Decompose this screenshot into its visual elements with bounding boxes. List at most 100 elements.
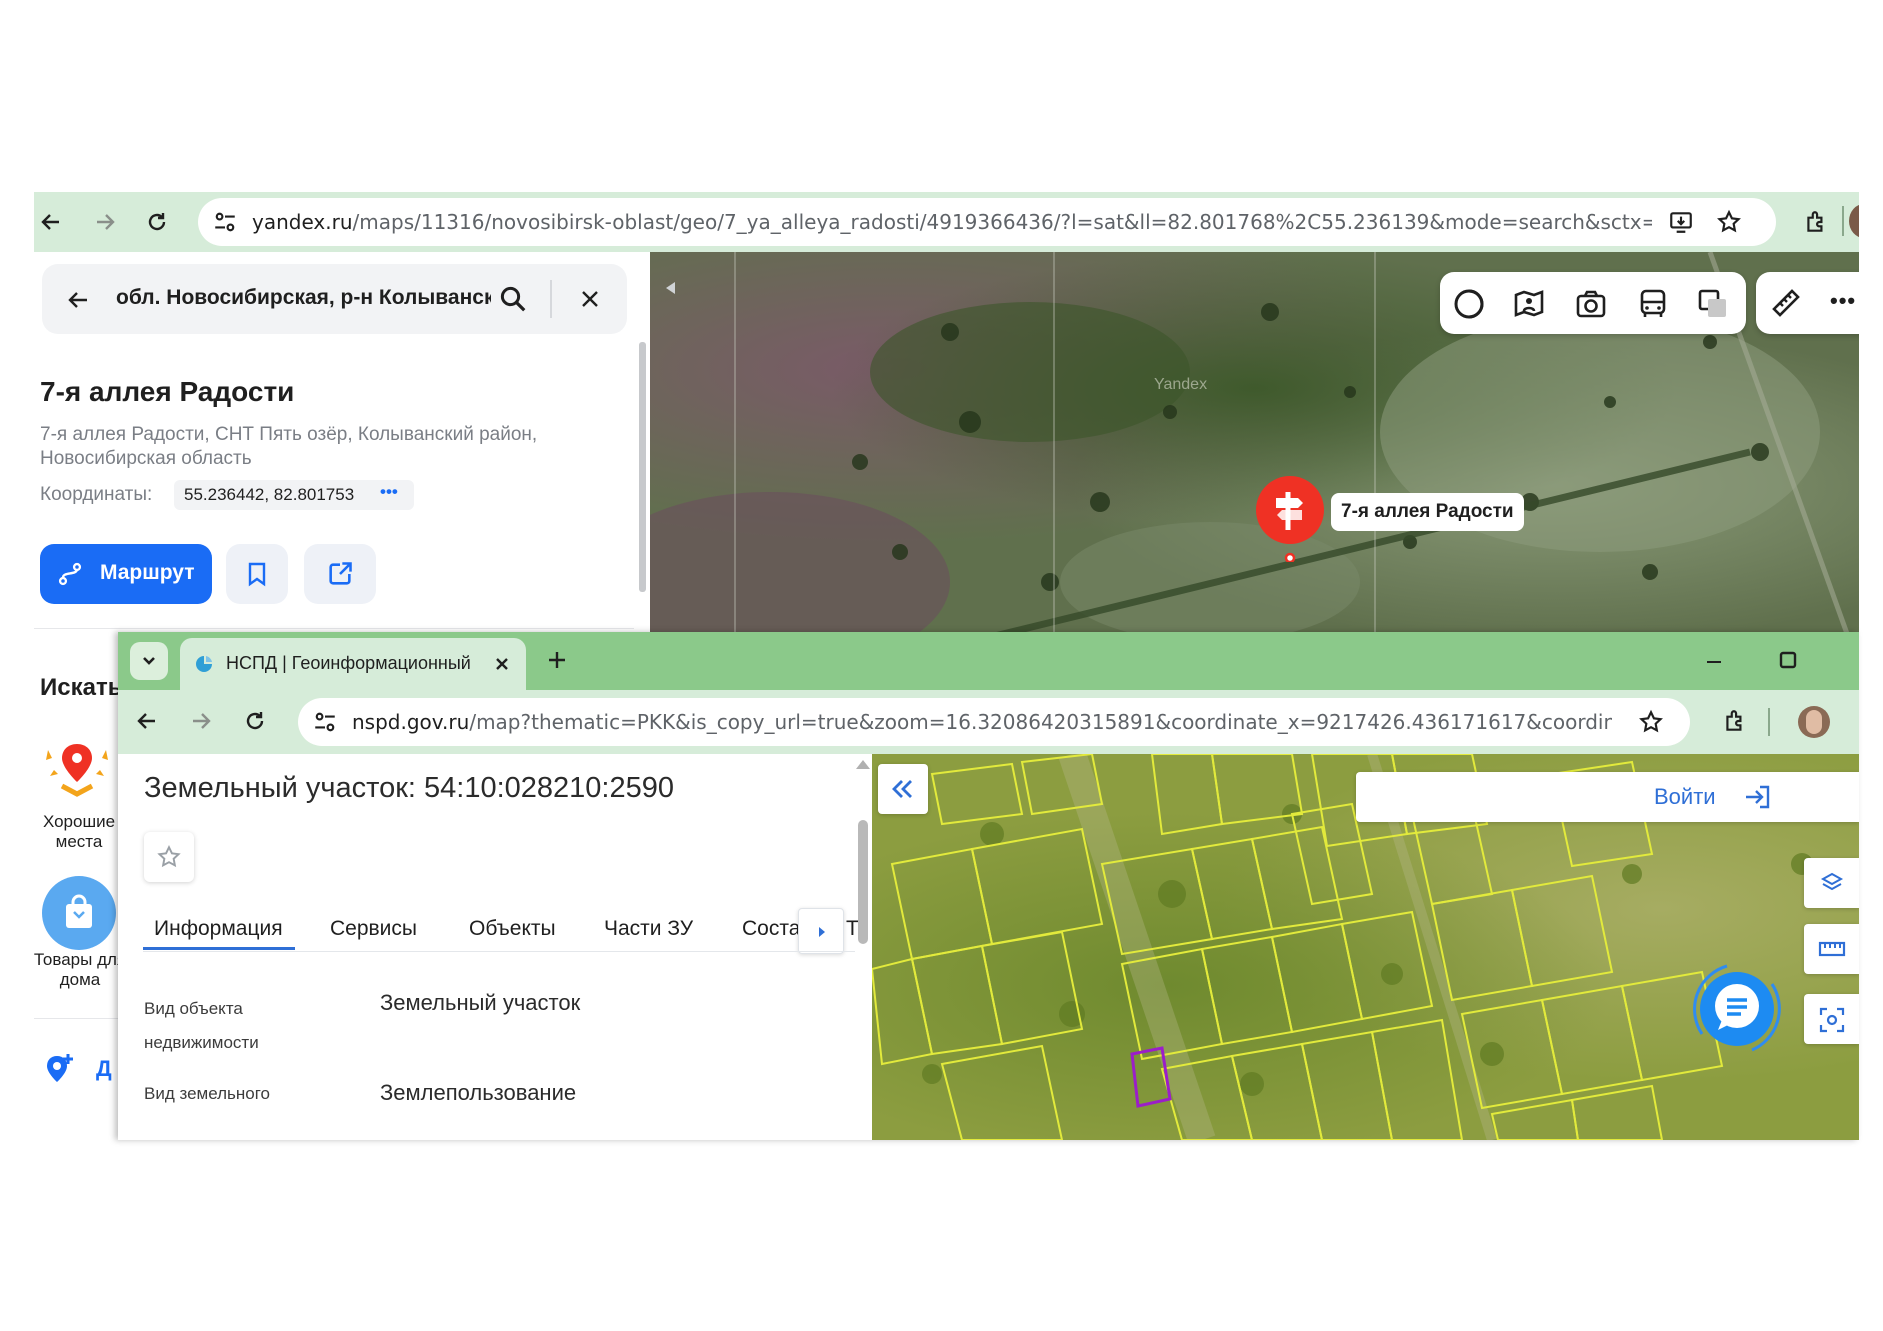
- back-button[interactable]: [130, 704, 164, 738]
- nspd-browser-window: НСПД | Геоинформационный nspd.gov.ru/map…: [118, 632, 1859, 1140]
- sidebar-scrollbar[interactable]: [639, 342, 646, 592]
- address-bar[interactable]: yandex.ru/maps/11316/novosibirsk-oblast/…: [198, 198, 1776, 246]
- tab-title: НСПД | Геоинформационный: [226, 653, 471, 673]
- toolbar-divider: [1768, 708, 1770, 736]
- select-area-button[interactable]: [1804, 994, 1859, 1044]
- parcel-title: Земельный участок: 54:10:028210:2590: [144, 772, 674, 804]
- profile-avatar[interactable]: [1849, 204, 1859, 238]
- add-place-label[interactable]: Д: [96, 1056, 112, 1082]
- tab-search-button[interactable]: [130, 642, 168, 680]
- star-icon[interactable]: [1716, 209, 1742, 235]
- minimize-icon[interactable]: [1704, 652, 1724, 672]
- tabs-next-icon: [819, 927, 825, 937]
- back-button[interactable]: [34, 205, 68, 239]
- tab-information[interactable]: Информация: [154, 917, 283, 941]
- search-divider: [550, 280, 552, 318]
- active-tab[interactable]: НСПД | Геоинформационный: [180, 638, 526, 690]
- install-icon[interactable]: [1668, 209, 1694, 235]
- place-title: 7-я аллея Радости: [40, 376, 295, 407]
- search-box[interactable]: обл. Новосибирская, р-н Колыванский: [42, 264, 627, 334]
- bookmark-button[interactable]: [226, 544, 288, 604]
- scroll-up-arrow[interactable]: [856, 760, 870, 769]
- field-object-type-value: Земельный участок: [380, 990, 581, 1015]
- category-home-goods[interactable]: Товары для дома: [34, 950, 130, 990]
- map-pin[interactable]: [1256, 476, 1324, 562]
- tab-parts[interactable]: Части ЗУ: [604, 917, 693, 941]
- collapse-sidebar-handle[interactable]: [666, 282, 675, 294]
- coords-chip[interactable]: 55.236442, 82.801753 •••: [174, 480, 414, 510]
- plus-icon[interactable]: [546, 649, 568, 671]
- route-button[interactable]: Маршрут: [40, 544, 212, 604]
- coords-more-button[interactable]: •••: [380, 482, 398, 502]
- traffic-icon[interactable]: [1452, 287, 1486, 321]
- tab-services[interactable]: Сервисы: [330, 917, 417, 941]
- login-bar: Войти: [1356, 772, 1859, 822]
- add-place-icon[interactable]: [42, 1052, 76, 1086]
- url-text: yandex.ru/maps/11316/novosibirsk-oblast/…: [252, 210, 1652, 234]
- site-settings-icon[interactable]: [312, 709, 338, 735]
- tab-objects[interactable]: Объекты: [469, 917, 556, 941]
- close-icon[interactable]: [578, 287, 602, 311]
- share-button[interactable]: [304, 544, 376, 604]
- good-places-icon[interactable]: [40, 736, 114, 800]
- cadastral-map[interactable]: Войти: [872, 754, 1859, 1140]
- ruler-icon[interactable]: [1770, 287, 1802, 319]
- close-icon[interactable]: [494, 656, 510, 672]
- back-icon: [41, 214, 59, 230]
- chat-button[interactable]: [1682, 954, 1792, 1064]
- layers-button[interactable]: [1804, 858, 1859, 908]
- shopping-bag-icon[interactable]: [42, 876, 116, 950]
- back-icon[interactable]: [66, 288, 90, 312]
- field-land-type-value: Землепользование: [380, 1080, 577, 1105]
- favorite-button[interactable]: [144, 832, 194, 882]
- field-object-type-label: Вид объекта недвижимости: [144, 999, 259, 1052]
- forward-icon: [97, 214, 115, 230]
- extensions-button[interactable]: [1718, 704, 1752, 738]
- reload-icon: [246, 712, 264, 730]
- forward-button[interactable]: [88, 205, 122, 239]
- extensions-icon: [1807, 211, 1823, 232]
- layers-icon[interactable]: [1696, 287, 1730, 321]
- measure-button[interactable]: [1804, 924, 1859, 974]
- section-divider: [34, 628, 634, 629]
- panorama-icon[interactable]: [1512, 287, 1546, 321]
- yandex-satellite-map[interactable]: Yandex ••• 7-я аллея Радости: [650, 252, 1859, 642]
- chat-icon: [1693, 964, 1781, 1052]
- category-good-places[interactable]: Хорошие места: [34, 812, 124, 852]
- tabs-next-button[interactable]: [798, 908, 844, 954]
- login-button[interactable]: Войти: [1654, 784, 1716, 810]
- profile-avatar[interactable]: [1798, 706, 1830, 738]
- tab-composition[interactable]: Соста: [742, 917, 802, 941]
- reload-button[interactable]: [238, 704, 272, 738]
- forward-icon: [193, 713, 211, 729]
- pin-icon: [1256, 476, 1324, 562]
- reload-button[interactable]: [140, 205, 174, 239]
- extensions-button[interactable]: [1799, 205, 1833, 239]
- active-tab-indicator: [143, 947, 295, 950]
- search-icon[interactable]: [498, 284, 528, 314]
- more-menu-button[interactable]: •••: [1830, 288, 1856, 314]
- layers-icon: [1820, 872, 1844, 891]
- extensions-icon: [1726, 710, 1742, 731]
- route-icon: [58, 562, 82, 586]
- yandex-toolbar: yandex.ru/maps/11316/novosibirsk-oblast/…: [34, 192, 1859, 252]
- site-settings-icon[interactable]: [212, 209, 238, 235]
- forward-button[interactable]: [184, 704, 218, 738]
- search-section-title: Искать: [40, 674, 123, 701]
- star-icon[interactable]: [1638, 709, 1664, 735]
- collapse-panel-button[interactable]: [878, 764, 928, 814]
- login-icon[interactable]: [1744, 784, 1772, 810]
- address-bar[interactable]: nspd.gov.ru/map?thematic=PKK&is_copy_url…: [298, 698, 1690, 746]
- select-area-icon: [1819, 1007, 1845, 1033]
- reload-icon: [148, 213, 166, 231]
- search-input[interactable]: обл. Новосибирская, р-н Колыванский: [116, 286, 491, 314]
- bus-icon[interactable]: [1636, 287, 1670, 321]
- panel-scrollbar[interactable]: [858, 820, 868, 944]
- star-icon: [157, 845, 181, 868]
- nspd-toolbar: nspd.gov.ru/map?thematic=PKK&is_copy_url…: [118, 690, 1859, 754]
- maximize-icon[interactable]: [1778, 650, 1798, 670]
- toolbar-divider: [1842, 206, 1844, 236]
- camera-icon[interactable]: [1574, 287, 1608, 321]
- map-pin-label[interactable]: 7-я аллея Радости: [1331, 493, 1524, 531]
- tab-strip: НСПД | Геоинформационный: [118, 632, 1859, 690]
